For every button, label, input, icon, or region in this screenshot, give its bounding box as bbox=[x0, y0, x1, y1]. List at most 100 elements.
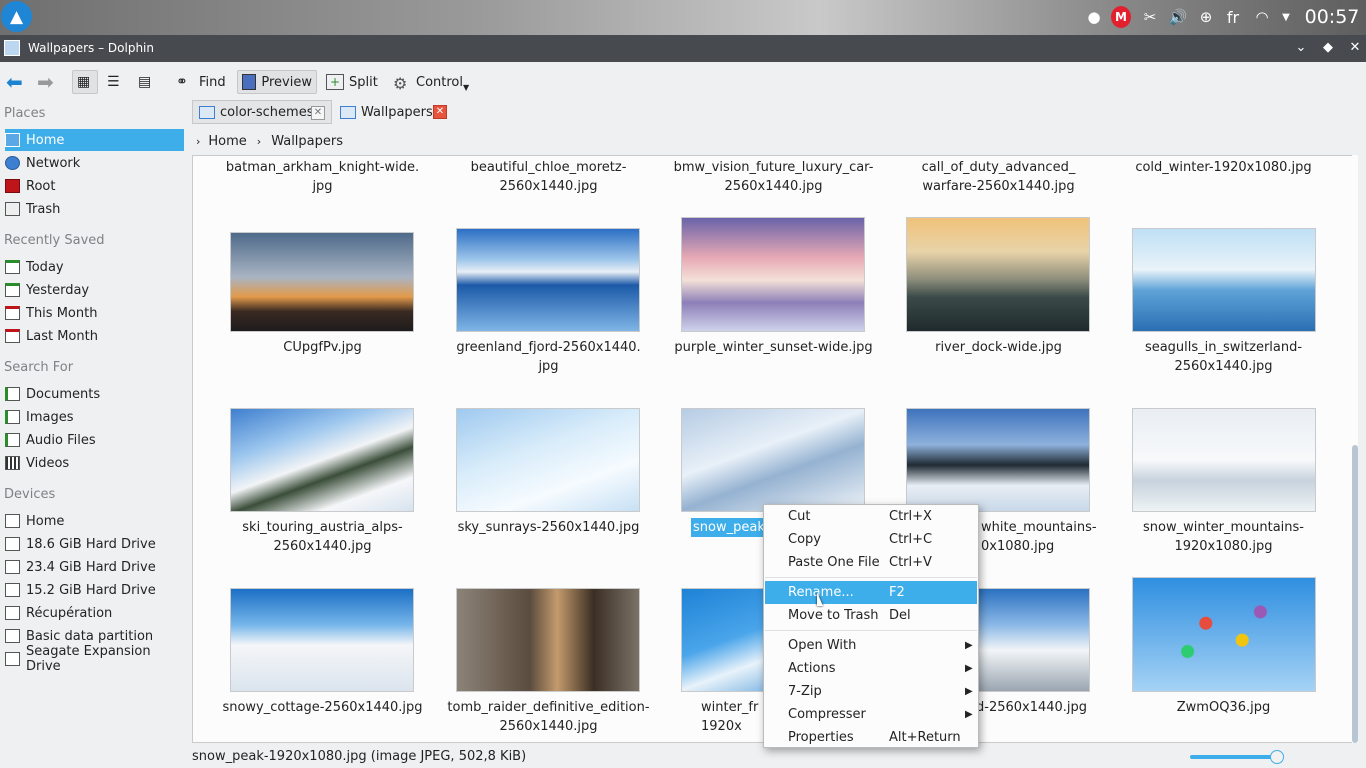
minimize-icon[interactable]: ⌄ bbox=[1292, 39, 1310, 57]
sidebar-item-documents[interactable]: Documents bbox=[5, 383, 184, 405]
sidebar-item-this-month[interactable]: This Month bbox=[5, 302, 184, 324]
keyboard-layout-indicator[interactable]: fr bbox=[1222, 6, 1244, 28]
menu-separator bbox=[765, 630, 977, 631]
sidebar-item-home[interactable]: Home bbox=[5, 129, 184, 151]
sidebar-item-yesterday[interactable]: Yesterday bbox=[5, 279, 184, 301]
sidebar-item-network[interactable]: Network bbox=[5, 152, 184, 174]
tab-wallpapers[interactable]: Wallpapers ✕ bbox=[334, 100, 454, 124]
file-label[interactable]: tomb_raider_definitive_edition- 2560x144… bbox=[436, 698, 661, 736]
dolphin-app-icon[interactable] bbox=[4, 40, 20, 56]
file-thumbnail[interactable] bbox=[230, 408, 414, 512]
sidebar-item-drive-23[interactable]: 23.4 GiB Hard Drive bbox=[5, 556, 184, 578]
breadcrumb-wallpapers[interactable]: Wallpapers bbox=[271, 134, 343, 149]
file-thumbnail[interactable] bbox=[230, 232, 414, 332]
details-view-button[interactable]: ▤ bbox=[134, 70, 160, 94]
file-thumbnail[interactable] bbox=[681, 217, 865, 332]
sidebar-item-label: 15.2 GiB Hard Drive bbox=[26, 582, 156, 598]
sidebar-item-root[interactable]: Root bbox=[5, 175, 184, 197]
file-label[interactable]: snowy_cottage-2560x1440.jpg bbox=[210, 698, 435, 717]
zoom-slider[interactable] bbox=[1190, 750, 1284, 764]
file-label[interactable]: cold_winter-1920x1080.jpg bbox=[1111, 158, 1336, 177]
context-menu: Cut Ctrl+X Copy Ctrl+C Paste One File Ctrl+… bbox=[763, 504, 979, 748]
close-icon[interactable]: ✕ bbox=[1346, 39, 1364, 57]
volume-icon[interactable]: 🔊 bbox=[1167, 6, 1189, 28]
tab-close-icon[interactable]: ✕ bbox=[311, 106, 325, 120]
steam-icon[interactable]: ● bbox=[1084, 6, 1104, 28]
file-label[interactable]: seagulls_in_switzerland- 2560x1440.jpg bbox=[1111, 338, 1336, 376]
file-label[interactable]: beautiful_chloe_moretz- 2560x1440.jpg bbox=[436, 158, 661, 196]
scrollbar-handle[interactable] bbox=[1352, 445, 1358, 743]
window-titlebar[interactable]: Wallpapers – Dolphin ⌄ ◆ ✕ bbox=[0, 35, 1366, 62]
breadcrumb-home[interactable]: Home bbox=[208, 134, 246, 149]
file-label[interactable]: snow_winter_mountains- 1920x1080.jpg bbox=[1111, 518, 1336, 556]
sidebar-item-today[interactable]: Today bbox=[5, 256, 184, 278]
network-globe-icon[interactable]: ⊕ bbox=[1196, 6, 1216, 28]
menu-item-open-with[interactable]: Open With ▶ bbox=[765, 634, 977, 657]
file-label[interactable]: winter_fr 1920x bbox=[701, 698, 761, 736]
menu-item-properties[interactable]: Properties Alt+Return bbox=[765, 726, 977, 749]
chevron-right-icon: ▶ bbox=[965, 709, 973, 720]
file-label[interactable]: batman_arkham_knight-wide. jpg bbox=[210, 158, 435, 196]
tray-expand-icon[interactable]: ▼ bbox=[1278, 6, 1294, 28]
file-thumbnail[interactable] bbox=[906, 408, 1090, 512]
selected-file-label[interactable]: snow_peak- bbox=[691, 518, 770, 537]
file-thumbnail[interactable] bbox=[456, 408, 640, 512]
file-thumbnail[interactable] bbox=[1132, 228, 1316, 332]
menu-item-compresser[interactable]: Compresser ▶ bbox=[765, 703, 977, 726]
app-launcher-icon[interactable]: ▲ bbox=[1, 1, 32, 32]
find-button[interactable]: ⚭ Find bbox=[172, 70, 230, 94]
places-heading: Places bbox=[4, 106, 46, 121]
file-label[interactable]: bmw_vision_future_luxury_car- 2560x1440.… bbox=[661, 158, 886, 196]
split-button[interactable]: + Split bbox=[322, 70, 382, 94]
zoom-slider-handle[interactable] bbox=[1270, 750, 1284, 764]
menu-item-move-to-trash[interactable]: Move to Trash Del bbox=[765, 604, 977, 627]
tab-color-schemes[interactable]: color-schemes ✕ bbox=[192, 100, 332, 124]
tab-close-icon[interactable]: ✕ bbox=[433, 105, 447, 119]
sidebar-item-audio-files[interactable]: Audio Files bbox=[5, 429, 184, 451]
menu-item-rename[interactable]: Rename... F2 bbox=[765, 581, 977, 604]
sidebar-item-images[interactable]: Images bbox=[5, 406, 184, 428]
images-icon bbox=[5, 410, 20, 424]
sidebar-item-recuperation[interactable]: Récupération bbox=[5, 602, 184, 624]
preview-button[interactable]: Preview bbox=[237, 70, 317, 94]
menu-item-paste[interactable]: Paste One File Ctrl+V bbox=[765, 551, 977, 574]
file-label[interactable]: greenland_fjord-2560x1440. jpg bbox=[436, 338, 661, 376]
wifi-icon[interactable]: ◠ bbox=[1251, 6, 1273, 28]
file-label[interactable]: call_of_duty_advanced_ warfare-2560x1440… bbox=[886, 158, 1111, 196]
file-thumbnail[interactable] bbox=[456, 228, 640, 332]
file-thumbnail[interactable] bbox=[456, 588, 640, 692]
file-label[interactable]: CUpgfPv.jpg bbox=[210, 338, 435, 357]
forward-button[interactable]: ➡ bbox=[33, 70, 58, 94]
sidebar-item-seagate[interactable]: Seagate Expansion Drive bbox=[5, 644, 184, 674]
sidebar-item-device-home[interactable]: Home bbox=[5, 510, 184, 532]
mega-icon[interactable]: M bbox=[1111, 6, 1131, 28]
sidebar-item-drive-15[interactable]: 15.2 GiB Hard Drive bbox=[5, 579, 184, 601]
menu-item-7zip[interactable]: 7-Zip ▶ bbox=[765, 680, 977, 703]
sidebar-item-videos[interactable]: Videos bbox=[5, 452, 184, 474]
file-label[interactable]: river_dock-wide.jpg bbox=[886, 338, 1111, 357]
file-label[interactable]: ZwmOQ36.jpg bbox=[1111, 698, 1336, 717]
file-label[interactable]: sky_sunrays-2560x1440.jpg bbox=[436, 518, 661, 537]
menu-item-copy[interactable]: Copy Ctrl+C bbox=[765, 528, 977, 551]
file-thumbnail[interactable] bbox=[681, 408, 865, 512]
file-label[interactable]: ski_touring_austria_alps- 2560x1440.jpg bbox=[210, 518, 435, 556]
menu-item-actions[interactable]: Actions ▶ bbox=[765, 657, 977, 680]
file-thumbnail[interactable] bbox=[1132, 408, 1316, 512]
control-button[interactable]: ⚙ Control ▼ bbox=[389, 70, 473, 94]
sidebar-item-last-month[interactable]: Last Month bbox=[5, 325, 184, 347]
file-thumbnail[interactable] bbox=[906, 217, 1090, 332]
sidebar-item-drive-18[interactable]: 18.6 GiB Hard Drive bbox=[5, 533, 184, 555]
scissors-icon[interactable]: ✂ bbox=[1140, 6, 1160, 28]
menu-item-cut[interactable]: Cut Ctrl+X bbox=[765, 505, 977, 528]
icons-view-button[interactable]: ▦ bbox=[72, 70, 98, 94]
sidebar-item-trash[interactable]: Trash bbox=[5, 198, 184, 220]
vertical-scrollbar[interactable] bbox=[1352, 155, 1358, 743]
compact-view-button[interactable]: ☰ bbox=[103, 70, 129, 94]
maximize-icon[interactable]: ◆ bbox=[1319, 39, 1337, 57]
file-thumbnail[interactable] bbox=[1132, 577, 1316, 692]
clock[interactable]: 00:57 bbox=[1302, 6, 1362, 28]
file-label[interactable]: purple_winter_sunset-wide.jpg bbox=[661, 338, 886, 357]
file-thumbnail[interactable] bbox=[230, 588, 414, 692]
sidebar-item-label: Today bbox=[26, 259, 64, 275]
back-button[interactable]: ⬅ bbox=[2, 70, 27, 94]
